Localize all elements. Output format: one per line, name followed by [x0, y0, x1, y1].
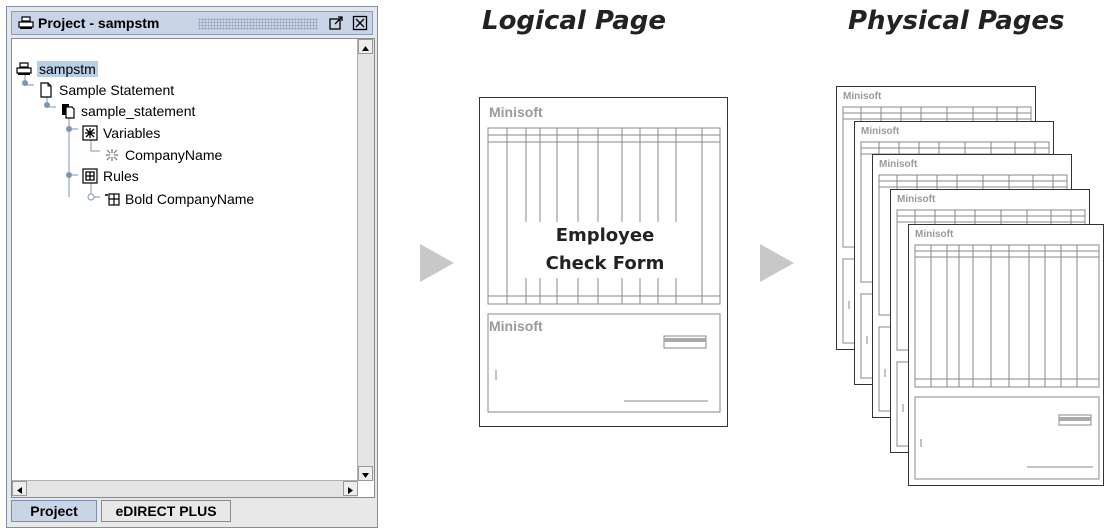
tree-node-companyname[interactable]: CompanyName [104, 145, 222, 165]
scroll-right-button[interactable] [343, 481, 358, 496]
tree-node-bold-companyname[interactable]: Bold CompanyName [104, 189, 254, 209]
tree-node-label: sample_statement [81, 103, 196, 119]
rules-icon [82, 168, 98, 184]
brand-label: Minisoft [489, 318, 543, 334]
triangle-left-icon [17, 487, 22, 494]
tree-node-label: CompanyName [125, 147, 223, 163]
arrow-right-icon [420, 244, 454, 282]
scroll-down-button[interactable] [358, 466, 373, 481]
titlebar-grip [198, 18, 318, 30]
triangle-down-icon [362, 473, 369, 478]
scroll-up-button[interactable] [358, 39, 373, 54]
variable-icon [106, 149, 118, 161]
tree-node-label: Sample Statement [59, 82, 175, 98]
rule-icon [105, 193, 120, 206]
tree-node-label: Rules [103, 168, 139, 184]
horizontal-scrollbar[interactable] [12, 480, 358, 497]
tree-node-label: Variables [103, 125, 161, 141]
document-icon [40, 82, 52, 98]
documents-icon [62, 104, 75, 119]
arrow-right-icon [760, 244, 794, 282]
logical-page-heading: Logical Page [482, 6, 667, 36]
printer-icon [16, 62, 32, 75]
tab-project[interactable]: Project [11, 500, 97, 522]
tab-edirect-plus[interactable]: eDIRECT PLUS [101, 500, 231, 522]
scroll-left-button[interactable] [12, 481, 27, 496]
tree-node-sample-statement-file[interactable]: sample_statement [60, 101, 195, 121]
project-window: Project - sampstm sampstm Sample Stateme… [6, 6, 378, 528]
triangle-right-icon [348, 487, 353, 494]
page-grid [914, 244, 1100, 480]
tree-node-label: sampstm [37, 61, 98, 77]
triangle-up-icon [362, 46, 369, 51]
physical-pages-heading: Physical Pages [848, 6, 1065, 36]
close-icon[interactable] [352, 15, 368, 31]
tree-node-sampstm[interactable]: sampstm [16, 59, 98, 79]
physical-page-5: Minisoft [908, 224, 1104, 486]
window-titlebar[interactable]: Project - sampstm [11, 11, 373, 35]
variables-icon [82, 125, 98, 141]
printer-icon [18, 16, 34, 29]
employee-check-form-label: Employee Check Form [520, 222, 690, 278]
undock-icon[interactable] [328, 15, 344, 31]
window-title: Project - sampstm [38, 15, 160, 31]
tree-node-label: Bold CompanyName [125, 191, 255, 207]
vertical-scrollbar[interactable] [357, 39, 374, 481]
tree-node-rules[interactable]: Rules [82, 166, 139, 186]
project-tree[interactable]: sampstm Sample Statement sample_statemen… [11, 38, 375, 498]
tree-node-variables[interactable]: Variables [82, 123, 160, 143]
logical-page: Minisoft Minisoft Employee Check Form [479, 97, 728, 427]
tree-node-sample-statement[interactable]: Sample Statement [38, 80, 174, 100]
